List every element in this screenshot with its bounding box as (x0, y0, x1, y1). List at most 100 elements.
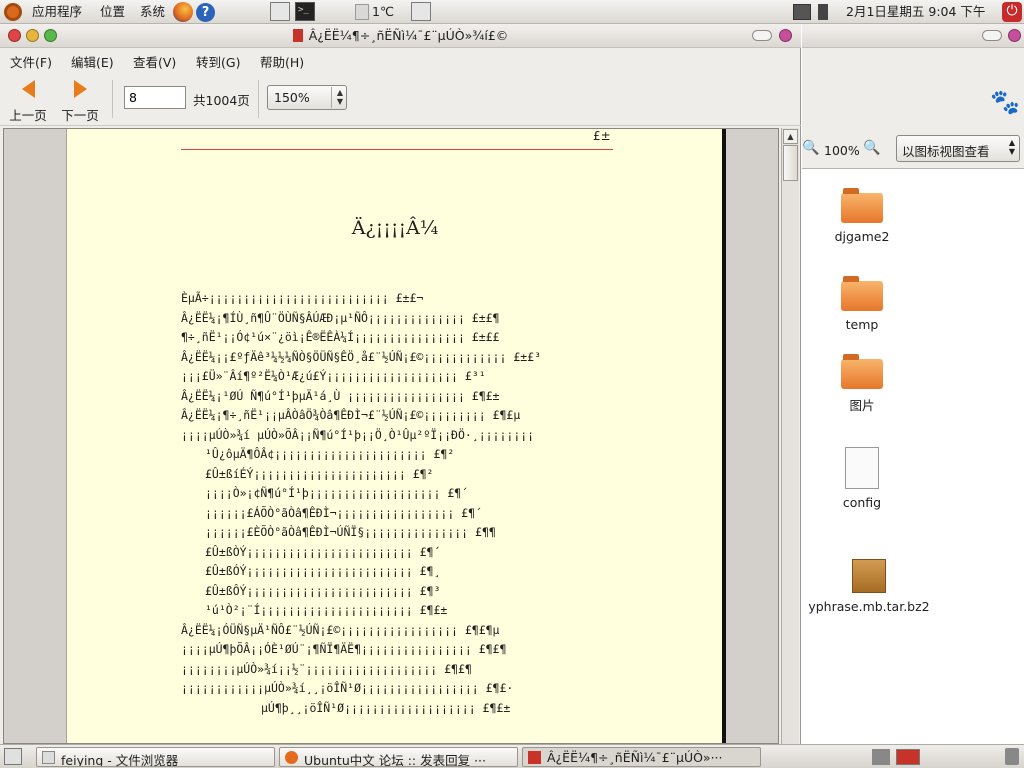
ubuntu-logo-icon[interactable] (4, 3, 22, 21)
arrow-right-icon (73, 80, 87, 98)
folder-icon (42, 751, 55, 764)
network-icon[interactable] (793, 4, 811, 20)
menu-edit[interactable]: 编辑(E) (71, 52, 114, 71)
terminal-launcher-icon[interactable] (295, 2, 315, 21)
temperature-readout: 1℃ (372, 4, 394, 19)
menu-view[interactable]: 查看(V) (133, 52, 176, 71)
workspace-active-icon[interactable] (896, 749, 920, 765)
power-icon[interactable]: ⏻ (1002, 2, 1022, 22)
window-option-button[interactable] (779, 29, 792, 42)
zoom-in-icon[interactable]: 🔍 (863, 140, 880, 156)
file-label: djgame2 (834, 229, 890, 244)
system-menu[interactable]: 系统 (140, 3, 165, 21)
spin-arrows-icon: ▲ ▼ (330, 87, 343, 108)
task-file-browser[interactable]: feiying - 文件浏览器 (36, 747, 275, 767)
file-browser-titlebar[interactable] (802, 24, 1024, 48)
toc-entry: Â¿ËË¼¡¡£ºƒÄê³¼½¼ÑÒ§ÖÜÑ§ÊÖ¸å£¨½ÚÑ¡£©¡­¡­¡… (181, 349, 542, 364)
window-title: Â¿ËË¼¶÷¸ñËÑì¼¯£¨µÚÒ»¾í£© (308, 28, 509, 43)
toolbar-separator (112, 80, 113, 118)
file-label: yphrase.mb.tar.bz2 (808, 599, 930, 614)
show-desktop-icon[interactable] (4, 748, 22, 765)
file-icon-view[interactable]: djgame2 temp 图片 config yphrase.mb.tar.bz… (802, 168, 1024, 744)
file-browser-launcher-icon[interactable] (270, 2, 290, 21)
folder-icon (841, 354, 883, 389)
weather-icon[interactable] (355, 4, 369, 20)
firefox-launcher-icon[interactable] (173, 2, 193, 22)
toc-entry: ¶÷¸ñË¹¡¡Ó¢¹ú×¨¿öì¡Ê®ËÊÀ¼Í¡­¡­¡­¡­¡­¡­¡­¡… (181, 330, 500, 344)
help-icon[interactable]: ? (196, 3, 215, 22)
arrow-left-icon (21, 80, 35, 98)
task-firefox[interactable]: Ubuntu中文 论坛 :: 发表回复 ··· (279, 747, 518, 767)
file-item[interactable]: temp (812, 276, 912, 332)
toc-entry: µÚ¶þ¸¸¡öÎÑ¹Ø¡­¡­¡­¡­¡­¡­¡­¡­¡­¡­¡­¡­¡­¡­… (261, 700, 511, 715)
toc-entry: ¡¡¡¡µÚ¶þÕÂ¡¡ÓÈ¹ØÚ¨¡¶ÑÏ¶ÄË¶¡­¡­¡­¡­¡­¡­¡­… (181, 642, 507, 656)
file-item[interactable]: djgame2 (812, 188, 912, 244)
document-page: £± Ä¿¡¡¡¡Â¼ ÈµÃ÷¡­¡­¡­¡­¡­¡­¡­¡­¡­¡­¡­¡­… (66, 129, 722, 743)
menu-file[interactable]: 文件(F) (10, 52, 52, 71)
spin-arrows-icon: ▲ ▼ (1008, 138, 1015, 156)
menu-help[interactable]: 帮助(H) (260, 52, 304, 71)
task-document-viewer[interactable]: Â¿ËË¼¶÷¸ñËÑì¼¯£¨µÚÒ»··· (522, 747, 761, 767)
task-label: Ubuntu中文 论坛 :: 发表回复 ··· (304, 753, 486, 767)
pdf-document-icon (292, 29, 303, 42)
toc-entry: ¡¡¡£Ü­»¨Âí¶º²Ë¼Ò¹Æ¿ú£Ý¡­¡­¡­¡­¡­¡­¡­¡­¡­… (181, 369, 486, 383)
file-label: config (842, 495, 882, 510)
previous-page-button[interactable]: 上一页 (4, 78, 52, 123)
vertical-scrollbar[interactable]: ▲ (781, 128, 799, 744)
applications-menu[interactable]: 应用程序 (32, 3, 82, 21)
page-edge (722, 129, 726, 743)
toc-entry: ÈµÃ÷¡­¡­¡­¡­¡­¡­¡­¡­¡­¡­¡­¡­¡­¡­¡­¡­¡­¡­… (181, 291, 424, 305)
zoom-select[interactable]: 150% ▲ ▼ (267, 85, 347, 110)
scrollbar-thumb[interactable] (783, 145, 798, 181)
trash-icon[interactable] (1005, 748, 1019, 765)
archive-icon (852, 559, 886, 593)
top-panel: 应用程序 位置 系统 ? 1℃ 2月1日星期五 9:04 下午 ⏻ (0, 0, 1024, 24)
places-menu[interactable]: 位置 (100, 3, 125, 21)
next-page-label: 下一页 (61, 108, 99, 123)
shade-window-button[interactable] (982, 30, 1002, 41)
document-view[interactable]: £± Ä¿¡¡¡¡Â¼ ÈµÃ÷¡­¡­¡­¡­¡­¡­¡­¡­¡­¡­¡­¡­… (3, 128, 779, 744)
view-mode-value: 以图标视图查看 (902, 144, 990, 159)
page-number-input[interactable] (124, 86, 186, 109)
toc-entry: ¹ú¹Ò²¡¨Í¡­¡­¡­¡­¡­¡­¡­¡­¡­¡­¡­¡­¡­¡­¡­¡­… (205, 603, 448, 617)
file-item[interactable]: 图片 (812, 354, 912, 414)
zoom-out-icon[interactable]: 🔍 (802, 140, 819, 156)
window-titlebar[interactable]: Â¿ËË¼¶÷¸ñËÑì¼¯£¨µÚÒ»¾í£© (0, 24, 801, 48)
view-mode-select[interactable]: 以图标视图查看 ▲ ▼ (896, 135, 1020, 162)
file-label: temp (845, 317, 879, 332)
toc-entry: ¡¡¡¡¡¡¡¡µÚÒ»¾í¡¡½¨¡­¡­¡­¡­¡­¡­¡­¡­¡­¡­¡­… (181, 661, 472, 676)
shade-window-button[interactable] (752, 30, 772, 41)
toc-entry: ¡¡¡¡¡¡£ÈÕÒ°ãÒâ¶ÊÐÌ¬ÚÑÏ§¡­¡­¡­¡­¡­¡­¡­¡­¡… (205, 525, 496, 539)
clock[interactable]: 2月1日星期五 9:04 下午 (846, 3, 985, 21)
volume-icon[interactable] (818, 4, 828, 20)
text-file-icon (845, 447, 879, 489)
gnome-foot-icon: 🐾 (990, 88, 1020, 116)
next-page-button[interactable]: 下一页 (56, 78, 104, 123)
file-item[interactable]: config (812, 447, 912, 510)
toc-entry: ¡¡¡¡¡¡£ÁÕÒ°ãÒâ¶ÊÐÌ¬¡­¡­¡­¡­¡­¡­¡­¡­¡­¡­¡… (205, 505, 482, 520)
toc-entry: £Û±ßíÉÝ¡­¡­¡­¡­¡­¡­¡­¡­¡­¡­¡­¡­¡­¡­¡­¡­¡… (205, 466, 434, 481)
scroll-up-arrow-icon[interactable]: ▲ (783, 129, 798, 144)
zoom-value: 150% (274, 90, 310, 105)
toc-entry: ¡¡¡¡¡¡¡¡¡¡¡¡µÚÒ»¾í¸¸¡öÎÑ¹Ø¡­¡­¡­¡­¡­¡­¡­… (181, 681, 514, 695)
file-item[interactable]: yphrase.mb.tar.bz2 (794, 559, 944, 614)
toc-entry: Â¿ËË¼¡¶ÍÙ¸ñ¶Û¨ÖÙÑ§ÂÚÆÐ¡µ¹ÑÔ¡­¡­¡­¡­¡­¡­¡… (181, 310, 500, 325)
document-viewer-window: Â¿ËË¼¶÷¸ñËÑì¼¯£¨µÚÒ»¾í£© 文件(F) 编辑(E) 查看(… (0, 24, 801, 744)
window-option-button[interactable] (1008, 29, 1021, 42)
window-title-wrap: Â¿ËË¼¶÷¸ñËÑì¼¯£¨µÚÒ»¾í£© (0, 28, 801, 43)
toc-entry: Â¿ËË¼¡ÓÜÑ§µÄ¹ÑÔ£¨½ÚÑ¡£©¡­¡­¡­¡­¡­¡­¡­¡­¡… (181, 622, 500, 637)
menu-go[interactable]: 转到(G) (196, 52, 240, 71)
document-viewer-icon (528, 751, 541, 764)
bottom-panel: feiying - 文件浏览器 Ubuntu中文 论坛 :: 发表回复 ··· … (0, 744, 1024, 768)
toc-entry: ¡¡¡¡Ò»¡¢Ñ¶ú°Í¹þ¡­¡­¡­¡­¡­¡­¡­¡­¡­¡­¡­¡­¡… (205, 486, 469, 500)
toolbar: 上一页 下一页 共1004页 150% ▲▼ (0, 72, 801, 126)
toc-entry: £Û±ßÒÝ¡­¡­¡­¡­¡­¡­¡­¡­¡­¡­¡­¡­¡­¡­¡­¡­¡­… (205, 544, 441, 559)
toc-entry: Â¿ËË¼¡¹ØÚ Ñ¶ú°Í¹þµÄ¹á¸Ù ¡­¡­¡­¡­¡­¡­¡­¡­… (181, 388, 500, 403)
screenshot-icon[interactable] (411, 2, 431, 21)
menubar: 文件(F) 编辑(E) 查看(V) 转到(G) 帮助(H) (0, 49, 801, 71)
page-header-rule (181, 149, 613, 150)
toc-entry: ¡¡¡¡µÚÒ»¾í µÚÒ»ÕÂ¡¡Ñ¶ú°Í¹þ¡¡Ö¸Ò¹Ûµ²ºÏ¡¡Ð… (181, 427, 535, 442)
workspace-switcher-icon[interactable] (872, 749, 890, 765)
firefox-icon (285, 751, 298, 764)
toc-entry: ¹Û¿ôµÄ¶ÔÂ¢¡­¡­¡­¡­¡­¡­¡­¡­¡­¡­¡­¡­¡­¡­¡­… (205, 447, 455, 461)
